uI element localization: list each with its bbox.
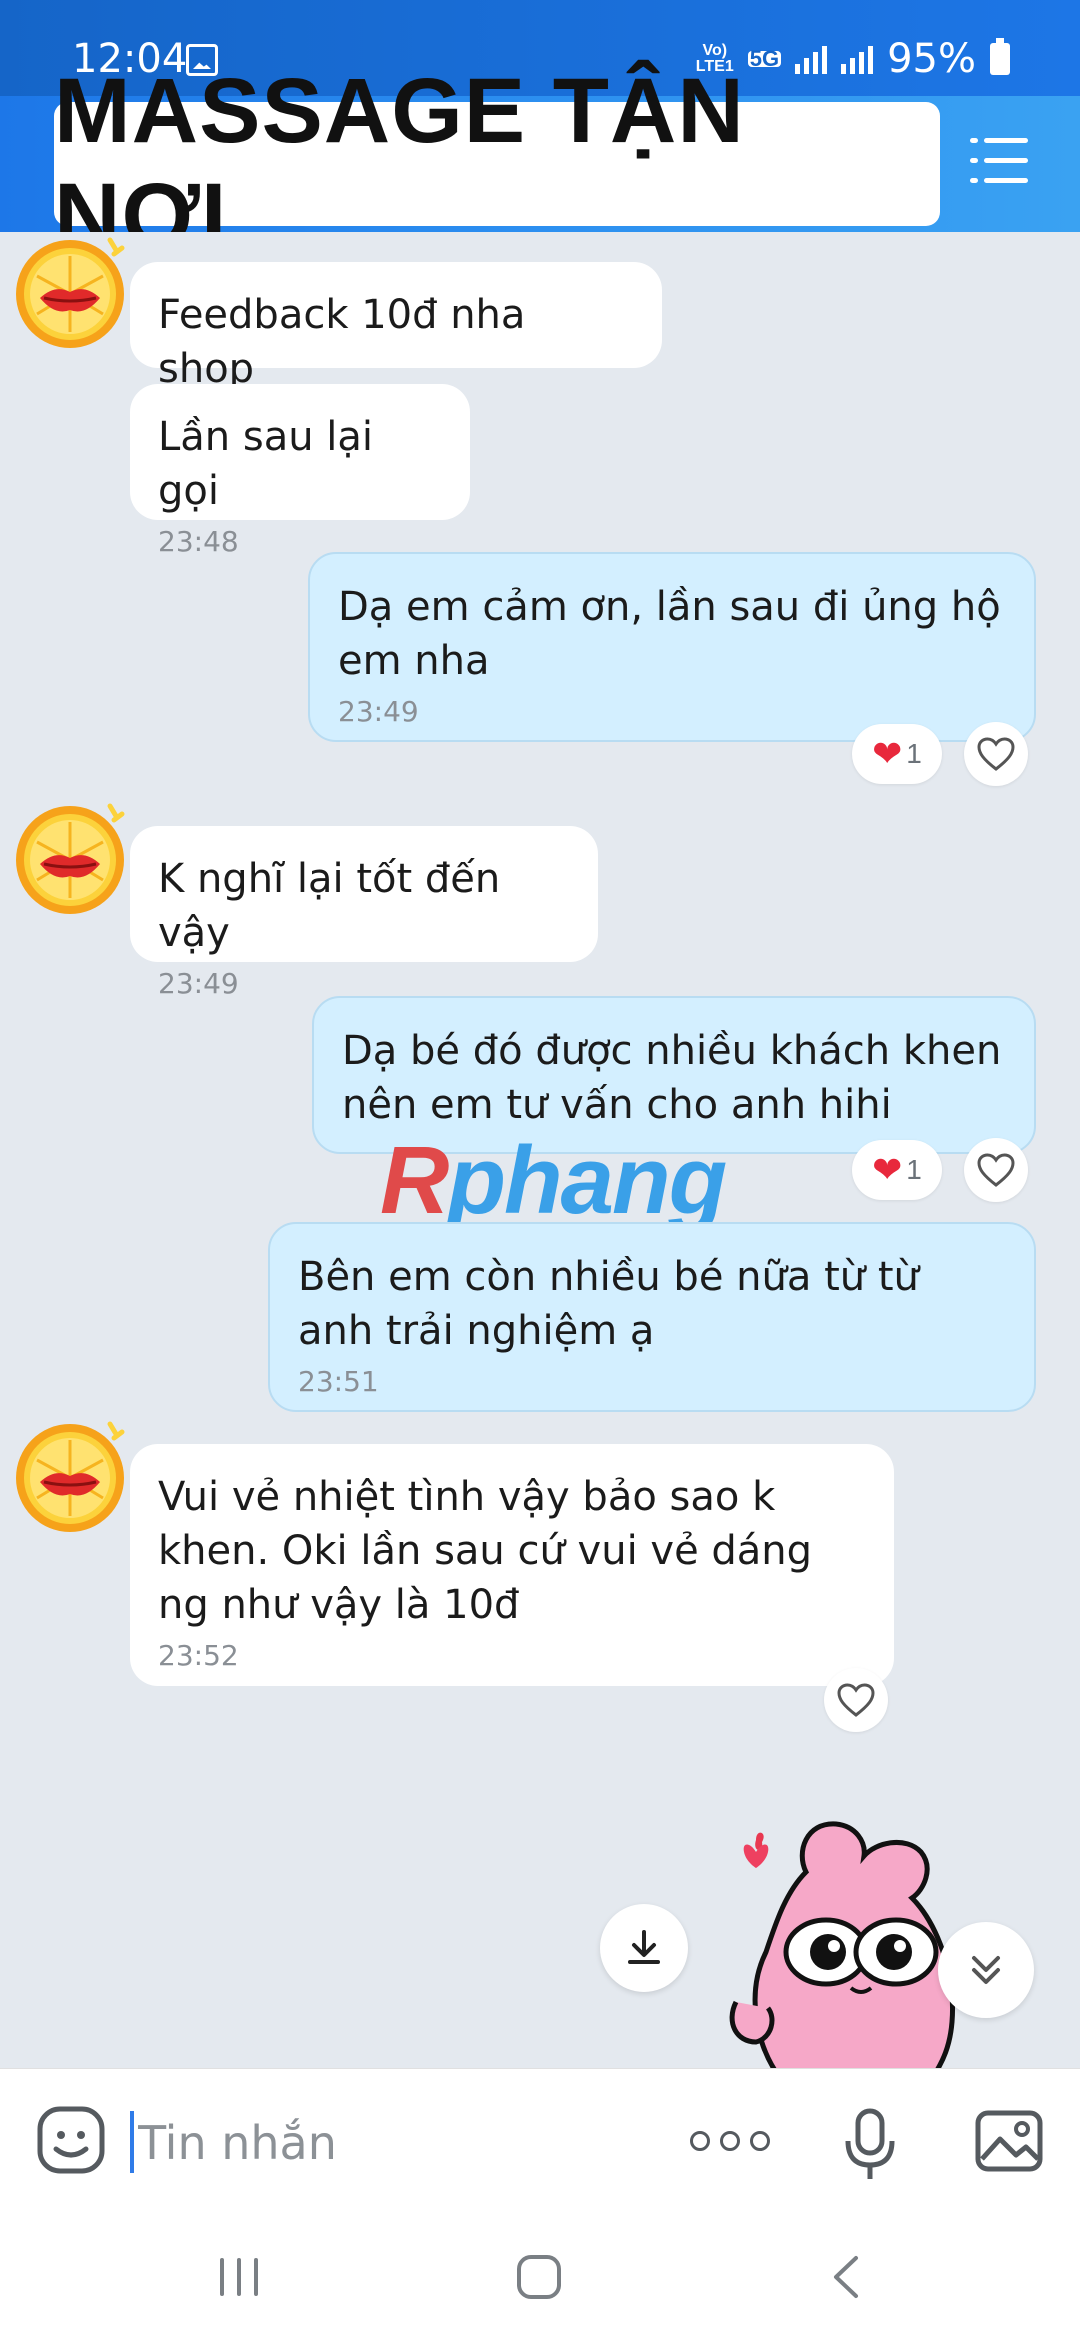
microphone-icon[interactable]: [842, 2107, 898, 2183]
heart-outline-icon: [977, 737, 1015, 771]
download-button[interactable]: [600, 1904, 688, 1992]
message-bubble[interactable]: Dạ em cảm ơn, lần sau đi ủng hộ em nha 2…: [308, 552, 1036, 742]
message-time: 23:52: [158, 1639, 239, 1672]
system-navigation-bar: [0, 2212, 1080, 2340]
react-heart-button[interactable]: [964, 722, 1028, 786]
sender-avatar-lemon-icon[interactable]: [10, 232, 130, 352]
message-text: Bên em còn nhiều bé nữa từ từ anh trải n…: [298, 1254, 919, 1354]
double-chevron-down-icon: [972, 1956, 1000, 1984]
heart-filled-icon: ❤: [872, 733, 903, 774]
emoji-icon[interactable]: [36, 2105, 106, 2175]
battery-icon: [990, 38, 1010, 75]
reaction-count-badge[interactable]: ❤ 1: [852, 724, 942, 784]
message-bubble[interactable]: Vui vẻ nhiệt tình vậy bảo sao k khen. Ok…: [130, 1444, 894, 1686]
heart-outline-icon: [977, 1153, 1015, 1187]
message-bubble[interactable]: Feedback 10đ nha shop: [130, 262, 662, 392]
chat-header: MASSAGE TẬN NƠI: [0, 60, 1080, 267]
message-bubble[interactable]: Bên em còn nhiều bé nữa từ từ anh trải n…: [268, 1222, 1036, 1412]
chat-title[interactable]: MASSAGE TẬN NƠI: [54, 60, 940, 267]
home-icon[interactable]: [514, 2252, 564, 2302]
watermark-logo: Rphang: [380, 1127, 727, 1234]
message-input[interactable]: [136, 2107, 660, 2179]
menu-icon[interactable]: [970, 138, 1030, 192]
message-text: Vui vẻ nhiệt tình vậy bảo sao k khen. Ok…: [158, 1474, 813, 1628]
download-icon: [628, 1930, 660, 1964]
message-list[interactable]: Feedback 10đ nha shop Lần sau lại gọi 23…: [0, 232, 1080, 2068]
react-heart-button[interactable]: [964, 1138, 1028, 1202]
sender-avatar-lemon-icon[interactable]: [10, 1416, 130, 1536]
message-text: Dạ bé đó được nhiều khách khen nên em tư…: [342, 1028, 1002, 1128]
message-text: K nghĩ lại tốt đến vậy: [158, 856, 501, 956]
scroll-to-bottom-button[interactable]: [938, 1922, 1034, 2018]
message-time: 23:51: [298, 1365, 379, 1398]
message-composer: [0, 2068, 1080, 2213]
react-heart-button[interactable]: [824, 1668, 888, 1732]
back-icon[interactable]: [822, 2252, 872, 2302]
text-cursor: [130, 2111, 134, 2173]
recent-apps-icon[interactable]: [214, 2252, 264, 2302]
reaction-count-badge[interactable]: ❤ 1: [852, 1140, 942, 1200]
message-text: Feedback 10đ nha shop: [158, 292, 526, 392]
heart-outline-icon: [837, 1683, 875, 1717]
message-bubble[interactable]: Lần sau lại gọi 23:48: [130, 384, 470, 558]
message-text: Lần sau lại gọi: [158, 414, 374, 514]
sender-avatar-lemon-icon[interactable]: [10, 798, 130, 918]
message-bubble[interactable]: K nghĩ lại tốt đến vậy 23:49: [130, 826, 598, 1000]
message-text: Dạ em cảm ơn, lần sau đi ủng hộ em nha: [338, 584, 1001, 684]
image-picker-icon[interactable]: [974, 2109, 1044, 2173]
heart-filled-icon: ❤: [872, 1149, 903, 1190]
more-options-icon[interactable]: [690, 2131, 770, 2151]
